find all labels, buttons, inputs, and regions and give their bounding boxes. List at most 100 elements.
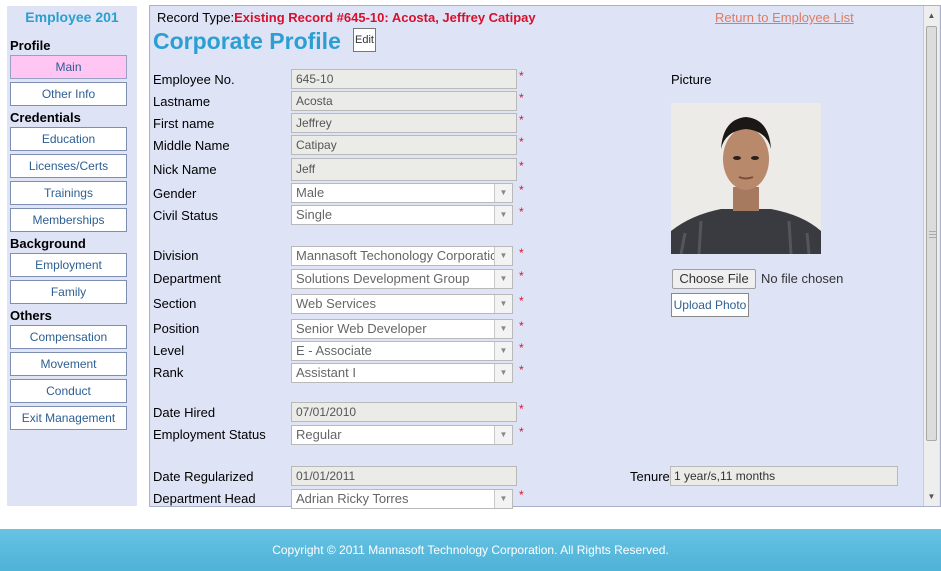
employment-status-value: Regular: [296, 427, 342, 442]
position-value: Senior Web Developer: [296, 321, 427, 336]
firstname-label: First name: [153, 116, 215, 131]
record-type-label: Record Type:: [157, 10, 235, 25]
chevron-down-icon: ▼: [494, 270, 512, 288]
sidebar-item-main[interactable]: Main: [10, 55, 127, 79]
rank-select[interactable]: Assistant I ▼: [291, 363, 513, 383]
copyright-text: Copyright © 2011 Mannasoft Technology Co…: [272, 543, 669, 557]
required-mark: *: [519, 488, 524, 502]
tenure-label: Tenure: [630, 469, 670, 484]
position-label: Position: [153, 321, 200, 336]
section-label: Section: [153, 296, 197, 311]
upload-photo-button[interactable]: Upload Photo: [671, 293, 749, 317]
chevron-down-icon: ▼: [494, 295, 512, 313]
sidebar-item-memberships[interactable]: Memberships: [10, 208, 127, 232]
picture-label: Picture: [671, 72, 712, 87]
required-mark: *: [519, 402, 524, 416]
required-mark: *: [519, 159, 524, 173]
chevron-down-icon: ▼: [494, 247, 512, 265]
civil-status-value: Single: [296, 207, 333, 222]
scrollbar[interactable]: ▲ — — — ▼: [923, 6, 939, 506]
civil-status-select[interactable]: Single ▼: [291, 205, 513, 225]
sidebar-item-exit-management[interactable]: Exit Management: [10, 406, 127, 430]
chevron-down-icon: ▼: [494, 426, 512, 444]
department-head-select[interactable]: Adrian Ricky Torres ▼: [291, 489, 513, 509]
employee-photo: [671, 103, 821, 254]
record-type-value: Existing Record #645-10: Acosta, Jeffrey…: [234, 10, 536, 25]
gender-value: Male: [296, 185, 325, 200]
required-mark: *: [519, 319, 524, 333]
employment-status-select[interactable]: Regular ▼: [291, 425, 513, 445]
sidebar-section-profile: Profile: [10, 38, 51, 53]
record-type: Record Type:Existing Record #645-10: Aco…: [157, 10, 536, 25]
department-value: Solutions Development Group: [296, 271, 470, 286]
sidebar-item-family[interactable]: Family: [10, 280, 127, 304]
choose-file-button[interactable]: Choose File: [672, 269, 756, 289]
required-mark: *: [519, 205, 524, 219]
no-file-text: No file chosen: [761, 271, 844, 286]
scroll-up-icon[interactable]: ▲: [924, 8, 939, 23]
sidebar-item-licenses[interactable]: Licenses/Certs: [10, 154, 127, 178]
sidebar-section-others: Others: [10, 308, 52, 323]
lastname-label: Lastname: [153, 94, 211, 109]
required-mark: *: [519, 269, 524, 283]
sidebar-section-credentials: Credentials: [10, 110, 81, 125]
sidebar-item-other-info[interactable]: Other Info: [10, 82, 127, 106]
civil-status-label: Civil Status: [153, 208, 219, 223]
required-mark: *: [519, 69, 524, 83]
required-mark: *: [519, 183, 524, 197]
page-title: Corporate Profile: [153, 28, 341, 54]
section-value: Web Services: [296, 296, 376, 311]
sidebar-item-movement[interactable]: Movement: [10, 352, 127, 376]
sidebar-item-employment[interactable]: Employment: [10, 253, 127, 277]
position-select[interactable]: Senior Web Developer ▼: [291, 319, 513, 339]
date-regularized-label: Date Regularized: [153, 469, 254, 484]
required-mark: *: [519, 135, 524, 149]
chevron-down-icon: ▼: [494, 490, 512, 508]
lastname-field[interactable]: Acosta: [291, 91, 517, 111]
division-select[interactable]: Mannasoft Techonology Corporation ▼: [291, 246, 513, 266]
department-label: Department: [153, 271, 221, 286]
level-value: E - Associate: [296, 343, 372, 358]
nickname-label: Nick Name: [153, 162, 217, 177]
required-mark: *: [519, 294, 524, 308]
footer: Copyright © 2011 Mannasoft Technology Co…: [0, 529, 941, 571]
scrollbar-thumb[interactable]: — — —: [926, 26, 937, 441]
required-mark: *: [519, 91, 524, 105]
chevron-down-icon: ▼: [494, 364, 512, 382]
date-regularized-field[interactable]: 01/01/2011: [291, 466, 517, 486]
employee-no-field[interactable]: 645-10: [291, 69, 517, 89]
date-hired-label: Date Hired: [153, 405, 216, 420]
sidebar-item-trainings[interactable]: Trainings: [10, 181, 127, 205]
gender-select[interactable]: Male ▼: [291, 183, 513, 203]
profile-panel: Record Type:Existing Record #645-10: Aco…: [149, 5, 941, 509]
sidebar-item-conduct[interactable]: Conduct: [10, 379, 127, 403]
employment-status-label: Employment Status: [153, 427, 266, 442]
middlename-field[interactable]: Catipay: [291, 135, 517, 155]
sidebar-item-education[interactable]: Education: [10, 127, 127, 151]
grip-icon: — — —: [929, 228, 936, 241]
sidebar-item-compensation[interactable]: Compensation: [10, 325, 127, 349]
return-to-list-link[interactable]: Return to Employee List: [715, 10, 854, 25]
chevron-down-icon: ▼: [494, 342, 512, 360]
level-label: Level: [153, 343, 185, 358]
person-photo-icon: [671, 103, 821, 254]
required-mark: *: [519, 363, 524, 377]
department-select[interactable]: Solutions Development Group ▼: [291, 269, 513, 289]
gender-label: Gender: [153, 186, 197, 201]
nickname-field[interactable]: Jeff: [291, 158, 517, 181]
rank-value: Assistant I: [296, 365, 356, 380]
required-mark: *: [519, 425, 524, 439]
chevron-down-icon: ▼: [494, 320, 512, 338]
sidebar: Employee 201 Profile Main Other Info Cre…: [7, 6, 137, 506]
division-label: Division: [153, 248, 199, 263]
tenure-field[interactable]: 1 year/s,11 months: [670, 466, 898, 486]
section-select[interactable]: Web Services ▼: [291, 294, 513, 314]
department-head-value: Adrian Ricky Torres: [296, 491, 409, 506]
department-head-label: Department Head: [153, 491, 256, 506]
chevron-down-icon: ▼: [494, 184, 512, 202]
firstname-field[interactable]: Jeffrey: [291, 113, 517, 133]
level-select[interactable]: E - Associate ▼: [291, 341, 513, 361]
scroll-down-icon[interactable]: ▼: [924, 489, 939, 504]
edit-button[interactable]: Edit: [353, 28, 376, 52]
date-hired-field[interactable]: 07/01/2010: [291, 402, 517, 422]
